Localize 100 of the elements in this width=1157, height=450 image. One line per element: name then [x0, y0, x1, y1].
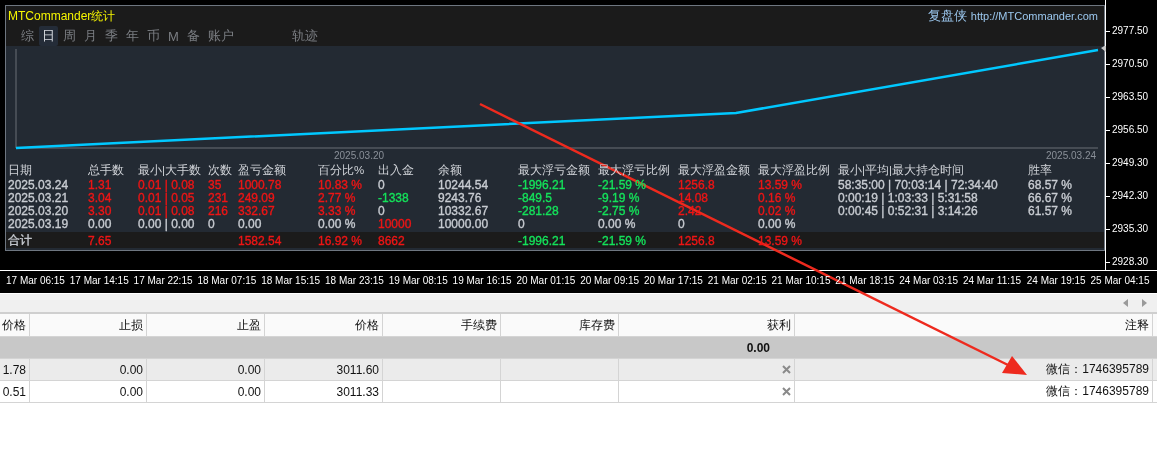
table-cell: -1338: [378, 191, 409, 205]
time-label: 17 Mar 06:15: [6, 275, 66, 286]
table-cell: 0: [378, 178, 385, 192]
period-tab[interactable]: 轨迹: [288, 26, 321, 46]
period-tab[interactable]: 日: [39, 26, 58, 46]
table-cell: 0.00 %: [758, 217, 796, 231]
scroll-right-icon[interactable]: [1141, 299, 1147, 307]
table-cell: 3.04: [88, 191, 112, 205]
column-header: 百分比%: [318, 163, 365, 178]
column-header[interactable]: 止盈: [147, 314, 265, 336]
table-cell: 0:00:45 | 0:52:31 | 3:14:26: [838, 204, 978, 218]
table-cell: 13.59 %: [758, 178, 803, 192]
column-header: 最小|平均|最大持仓时间: [838, 163, 964, 178]
time-label: 24 Mar 03:15: [899, 275, 960, 286]
time-label: 18 Mar 15:15: [261, 275, 322, 286]
table-cell: 1.78: [0, 359, 30, 380]
column-header[interactable]: 止损: [30, 314, 147, 336]
price-label: 2949.30: [1112, 157, 1149, 168]
table-cell: -2.75 %: [598, 204, 640, 218]
table-cell: -281.28: [518, 204, 559, 218]
column-header: 次数: [208, 163, 232, 178]
time-label: 17 Mar 14:15: [69, 275, 130, 286]
total-cell: 7.65: [88, 233, 112, 248]
time-label: 21 Mar 10:15: [771, 275, 832, 286]
period-tab[interactable]: 年: [123, 26, 142, 46]
close-icon[interactable]: [782, 387, 791, 396]
price-label: 2977.50: [1112, 25, 1149, 36]
brand-text: 复盘侠: [927, 7, 967, 25]
period-tab[interactable]: 周: [60, 26, 79, 46]
total-profit: 0.00: [745, 339, 771, 357]
table-cell: 3011.60: [265, 359, 383, 380]
total-cell: 1582.54: [238, 233, 282, 248]
total-cell: 8662: [378, 233, 405, 248]
time-label: 20 Mar 09:15: [580, 275, 641, 286]
total-cell: 16.92 %: [318, 233, 363, 248]
scroll-left-icon[interactable]: [1123, 299, 1129, 307]
column-header: 最大浮亏金额: [518, 163, 590, 178]
column-header: 最大浮盈比例: [758, 163, 830, 178]
period-tab[interactable]: 账户: [204, 26, 237, 46]
table-cell: 10000: [378, 217, 412, 231]
table-cell: 2025.03.24: [8, 178, 69, 192]
column-header[interactable]: 手续费: [383, 314, 501, 336]
close-icon[interactable]: [782, 365, 791, 374]
date-label: 2025.03.24: [1046, 150, 1097, 161]
table-cell: 1.31: [88, 178, 112, 192]
period-tab[interactable]: 综: [18, 26, 37, 46]
table-cell: 0: [518, 217, 525, 231]
table-cell: 2025.03.19: [8, 217, 69, 231]
table-cell: 0.00 %: [598, 217, 636, 231]
column-header[interactable]: 价格: [0, 314, 30, 336]
column-header: 余额: [438, 163, 462, 178]
table-cell: 2.42: [678, 204, 702, 218]
table-cell: 10000.00: [438, 217, 489, 231]
marker-icon: [1101, 46, 1106, 52]
table-cell: -849.5: [518, 191, 553, 205]
table-cell: 0.00: [238, 217, 262, 231]
period-tab[interactable]: 备: [183, 26, 203, 46]
period-tab[interactable]: 月: [81, 26, 100, 46]
table-cell: 10244.54: [438, 178, 489, 192]
table-cell: 332.67: [238, 204, 275, 218]
total-cell: -21.59 %: [598, 233, 647, 248]
price-label: 2942.30: [1112, 190, 1149, 201]
table-cell: 0.02 %: [758, 204, 796, 218]
table-cell: 10.83 %: [318, 178, 363, 192]
table-cell: 66.67 %: [1028, 191, 1073, 205]
table-cell: 2.77 %: [318, 191, 356, 205]
column-header[interactable]: 注释: [795, 314, 1153, 336]
table-cell: 1256.8: [678, 178, 715, 192]
table-cell: 9243.76: [438, 191, 482, 205]
table-cell: 0.00: [30, 359, 147, 380]
table-cell: 0.00: [147, 359, 265, 380]
panel-title: MTCommander统计: [8, 7, 116, 25]
column-header[interactable]: 库存费: [501, 314, 619, 336]
table-cell: 1000.78: [238, 178, 282, 192]
time-label: 18 Mar 07:15: [197, 275, 258, 286]
table-cell: 3.30: [88, 204, 112, 218]
column-header: 总手数: [88, 163, 124, 178]
table-cell: 0.00 %: [318, 217, 356, 231]
price-label: 2928.30: [1112, 256, 1149, 267]
table-cell: 10332.67: [438, 204, 489, 218]
date-label: 2025.03.20: [334, 150, 385, 161]
period-tab[interactable]: 币: [144, 26, 163, 46]
time-label: 25 Mar 04:15: [1090, 275, 1151, 286]
price-label: 2970.50: [1112, 58, 1149, 69]
period-tab[interactable]: M: [165, 26, 182, 46]
column-header[interactable]: 获利: [619, 314, 795, 336]
table-cell: 216: [208, 204, 229, 218]
column-header: 日期: [8, 163, 32, 178]
total-cell: 13.59 %: [758, 233, 803, 248]
table-cell: 3.33 %: [318, 204, 356, 218]
column-header: 盈亏金额: [238, 163, 286, 178]
time-label: 17 Mar 22:15: [133, 275, 194, 286]
period-tab[interactable]: 季: [102, 26, 121, 46]
column-header[interactable]: 价格: [265, 314, 383, 336]
table-cell: 231: [208, 191, 229, 205]
total-cell: 1256.8: [678, 233, 715, 248]
table-cell: 0.51: [0, 381, 30, 402]
time-label: 19 Mar 08:15: [388, 275, 449, 286]
website-link[interactable]: http://MTCommander.com: [970, 10, 1098, 22]
table-cell: 0:00:19 | 1:03:33 | 5:31:58: [838, 191, 978, 205]
